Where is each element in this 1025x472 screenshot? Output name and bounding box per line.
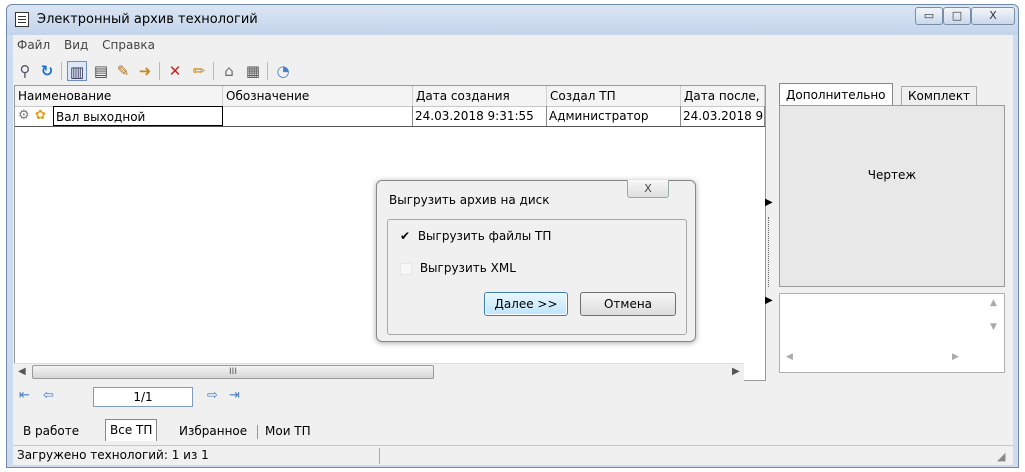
minimize-button[interactable]: ▭	[915, 7, 943, 25]
drawing-label: Чертеж	[867, 168, 917, 182]
pencil-icon[interactable]: ✏	[189, 61, 209, 81]
scroll-up-icon[interactable]: ▲	[990, 298, 997, 308]
next-button[interactable]: Далее >>	[484, 292, 568, 316]
tab-kit[interactable]: Комплект	[901, 86, 978, 105]
col-name[interactable]: Наименование	[15, 86, 223, 106]
right-panel: Дополнительно Комплект Чертеж ▲ ▼ ◀ ▶	[779, 83, 1013, 423]
toolbar-separator	[159, 62, 160, 80]
col-modified[interactable]: Дата после,	[681, 86, 765, 106]
preview-detail-box[interactable]: ▲ ▼ ◀ ▶	[779, 293, 1005, 373]
toolbar-separator	[267, 62, 268, 80]
toolbar-separator	[61, 62, 62, 80]
cancel-button[interactable]: Отмена	[580, 292, 676, 316]
horizontal-scrollbar[interactable]: ◀ III ▶	[14, 363, 744, 381]
title-bar[interactable]: Электронный архив технологий ▭ □ X	[7, 5, 1018, 35]
page-input[interactable]: 1/1	[93, 387, 193, 407]
refresh-icon[interactable]: ↻	[37, 61, 57, 81]
window-title: Электронный архив технологий	[37, 12, 258, 27]
splitter-arrow-icon[interactable]: ▶	[765, 197, 773, 208]
first-page-icon[interactable]: ⇤	[19, 388, 30, 403]
archive-icon[interactable]: ⌂	[219, 61, 239, 81]
record-icon: ⚙	[18, 108, 30, 123]
menu-bar: Файл Вид Справка	[17, 38, 165, 56]
table-row[interactable]: ⚙ ✿ Вал выходной 24.03.2018 9:31:55 Адми…	[15, 106, 765, 127]
edit-doc-icon[interactable]: ✎	[113, 61, 133, 81]
maximize-button[interactable]: □	[943, 7, 971, 25]
menu-help[interactable]: Справка	[102, 38, 155, 52]
scroll-left-icon[interactable]: ◀	[786, 352, 793, 362]
tab-all-tp[interactable]: Все ТП	[105, 419, 158, 441]
splitter-dots	[768, 217, 770, 287]
tab-separator	[257, 425, 258, 439]
row-author[interactable]: Администратор	[547, 106, 681, 126]
col-created[interactable]: Дата создания	[413, 86, 547, 106]
toolbar-separator	[213, 62, 214, 80]
scroll-right-icon[interactable]: ▶	[732, 366, 740, 377]
delete-icon[interactable]: ✕	[165, 61, 185, 81]
report-icon[interactable]: ▦	[243, 61, 263, 81]
dialog-title: Выгрузить архив на диск	[389, 193, 550, 207]
status-divider	[379, 448, 380, 464]
scroll-left-icon[interactable]: ◀	[18, 366, 26, 377]
table-view-icon[interactable]: ▥	[67, 61, 87, 81]
folder-icon: ✿	[35, 108, 46, 123]
app-icon	[15, 12, 29, 27]
download-archive-icon[interactable]: ◔	[273, 61, 293, 81]
export-xml-label: Выгрузить XML	[419, 261, 516, 275]
scroll-down-icon[interactable]: ▼	[990, 322, 997, 332]
dialog-close-button[interactable]: X	[627, 180, 669, 198]
tab-in-work[interactable]: В работе	[19, 421, 83, 441]
checkbox-export-xml[interactable]: Выгрузить XML	[400, 260, 516, 276]
prev-page-icon[interactable]: ⇦	[43, 388, 54, 403]
card-view-icon[interactable]: ▤	[91, 61, 111, 81]
close-button[interactable]: X	[971, 7, 1015, 25]
row-created[interactable]: 24.03.2018 9:31:55	[413, 106, 547, 126]
scroll-thumb[interactable]: III	[32, 365, 434, 379]
checkbox-export-tp[interactable]: ✔ Выгрузить файлы ТП	[400, 228, 551, 244]
last-page-icon[interactable]: ⇥	[229, 388, 240, 403]
row-modified[interactable]: 24.03.2018 9	[681, 106, 765, 126]
tab-favorites[interactable]: Избранное	[175, 421, 251, 441]
search-icon[interactable]: ⚲	[15, 61, 35, 81]
pager: ⇤ ⇦ 1/1 ⇨ ⇥	[15, 385, 315, 409]
dialog-body: ✔ Выгрузить файлы ТП Выгрузить XML Далее…	[387, 219, 687, 335]
drawing-preview[interactable]: Чертеж	[779, 105, 1005, 287]
resize-grip-icon[interactable]: ◢	[997, 450, 1005, 463]
grid-header: Наименование Обозначение Дата создания С…	[15, 86, 765, 107]
export-dialog: Выгрузить архив на диск X ✔ Выгрузить фа…	[376, 180, 696, 342]
col-author[interactable]: Создал ТП	[547, 86, 681, 106]
export-tp-label: Выгрузить файлы ТП	[417, 229, 552, 243]
scroll-right-icon[interactable]: ▶	[952, 352, 959, 362]
empty-checkbox-icon	[400, 262, 412, 275]
menu-file[interactable]: Файл	[17, 38, 50, 52]
check-mark-icon: ✔	[400, 229, 411, 243]
export-icon[interactable]: ➜	[135, 61, 155, 81]
tab-my-tp[interactable]: Мои ТП	[261, 421, 315, 441]
splitter-arrow-icon[interactable]: ▶	[765, 295, 773, 306]
status-bar: Загружено технологий: 1 из 1 ◢	[13, 445, 1013, 466]
row-name[interactable]: Вал выходной	[53, 106, 223, 126]
col-designation[interactable]: Обозначение	[223, 86, 413, 106]
status-text: Загружено технологий: 1 из 1	[17, 448, 209, 462]
row-designation[interactable]	[223, 106, 413, 126]
next-page-icon[interactable]: ⇨	[207, 388, 218, 403]
menu-view[interactable]: Вид	[64, 38, 88, 52]
panel-splitter[interactable]: ▶ ▶	[765, 195, 773, 315]
tab-additional[interactable]: Дополнительно	[779, 83, 893, 105]
toolbar: ⚲ ↻ ▥ ▤ ✎ ➜ ✕ ✏ ⌂ ▦ ◔	[15, 59, 415, 83]
